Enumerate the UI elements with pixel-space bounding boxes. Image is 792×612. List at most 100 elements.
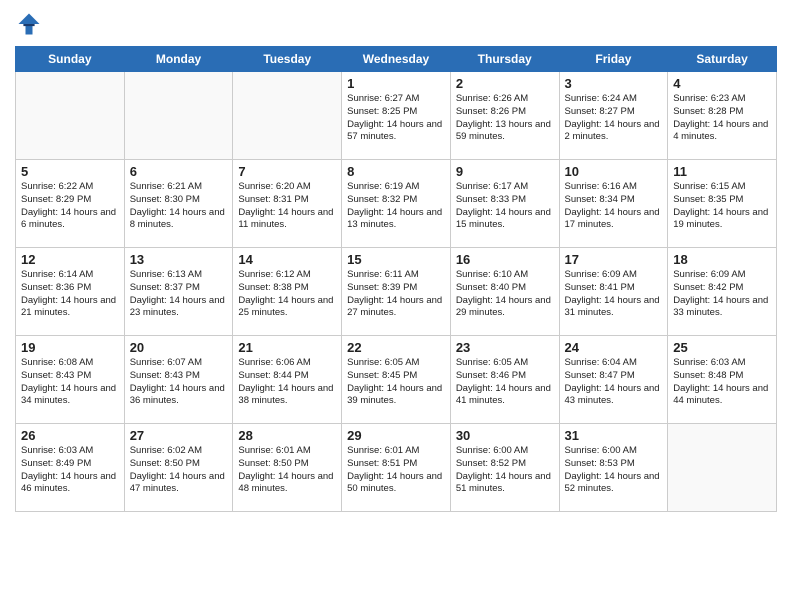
day-number: 21 [238, 340, 336, 355]
col-header-saturday: Saturday [668, 47, 777, 72]
day-info: Sunrise: 6:20 AM Sunset: 8:31 PM Dayligh… [238, 181, 336, 232]
day-cell: 26Sunrise: 6:03 AM Sunset: 8:49 PM Dayli… [16, 424, 125, 512]
day-info: Sunrise: 6:07 AM Sunset: 8:43 PM Dayligh… [130, 357, 228, 408]
day-cell: 2 Sunrise: 6:26 AM Sunset: 8:26 PM Daylig… [450, 72, 559, 160]
day-cell: 12 Sunrise: 6:14 AM Sunset: 8:36 PM Dayli… [16, 248, 125, 336]
week-row-2: 5 Sunrise: 6:22 AM Sunset: 8:29 PM Daylig… [16, 160, 777, 248]
day-info: Sunrise: 6:08 AM Sunset: 8:43 PM Dayligh… [21, 357, 119, 408]
day-info: Sunrise: 6:17 AM Sunset: 8:33 PM Dayligh… [456, 181, 554, 232]
col-header-thursday: Thursday [450, 47, 559, 72]
day-info: Sunrise: 6:15 AM Sunset: 8:35 PM Dayligh… [673, 181, 771, 232]
day-info: Sunrise: 6:13 AM Sunset: 8:37 PM Dayligh… [130, 269, 228, 320]
week-row-4: 19 Sunrise: 6:08 AM Sunset: 8:43 PM Dayli… [16, 336, 777, 424]
day-info: Sunrise: 6:06 AM Sunset: 8:44 PM Dayligh… [238, 357, 336, 408]
day-info: Sunrise: 6:22 AM Sunset: 8:29 PM Dayligh… [21, 181, 119, 232]
day-number: 4 [673, 76, 771, 91]
day-info: Sunrise: 6:05 AM Sunset: 8:46 PM Dayligh… [456, 357, 554, 408]
day-info: Sunrise: 6:03 AM Sunset: 8:48 PM Dayligh… [673, 357, 771, 408]
day-number: 22 [347, 340, 445, 355]
day-cell: 25 Sunrise: 6:03 AM Sunset: 8:48 PM Dayli… [668, 336, 777, 424]
day-number: 16 [456, 252, 554, 267]
day-number: 5 [21, 164, 119, 179]
day-number: 30 [456, 428, 554, 443]
header [15, 10, 777, 38]
day-info: Sunrise: 6:10 AM Sunset: 8:40 PM Dayligh… [456, 269, 554, 320]
logo-icon [15, 10, 43, 38]
day-number: 13 [130, 252, 228, 267]
day-number: 26 [21, 428, 119, 443]
day-number: 11 [673, 164, 771, 179]
day-cell: 30 Sunrise: 6:00 AM Sunset: 8:52 PM Dayli… [450, 424, 559, 512]
day-number: 8 [347, 164, 445, 179]
col-header-wednesday: Wednesday [342, 47, 451, 72]
day-cell [16, 72, 125, 160]
day-cell: 7Sunrise: 6:20 AM Sunset: 8:31 PM Daylig… [233, 160, 342, 248]
day-cell: 16 Sunrise: 6:10 AM Sunset: 8:40 PM Dayli… [450, 248, 559, 336]
logo [15, 10, 45, 38]
day-info: Sunrise: 6:23 AM Sunset: 8:28 PM Dayligh… [673, 93, 771, 144]
calendar-table: SundayMondayTuesdayWednesdayThursdayFrid… [15, 46, 777, 512]
day-info: Sunrise: 6:00 AM Sunset: 8:53 PM Dayligh… [565, 445, 663, 496]
day-number: 17 [565, 252, 663, 267]
day-info: Sunrise: 6:04 AM Sunset: 8:47 PM Dayligh… [565, 357, 663, 408]
day-number: 23 [456, 340, 554, 355]
day-cell: 14 Sunrise: 6:12 AM Sunset: 8:38 PM Dayli… [233, 248, 342, 336]
day-cell: 31Sunrise: 6:00 AM Sunset: 8:53 PM Dayli… [559, 424, 668, 512]
day-cell: 27 Sunrise: 6:02 AM Sunset: 8:50 PM Dayli… [124, 424, 233, 512]
day-cell: 5 Sunrise: 6:22 AM Sunset: 8:29 PM Daylig… [16, 160, 125, 248]
day-info: Sunrise: 6:27 AM Sunset: 8:25 PM Dayligh… [347, 93, 445, 144]
day-cell: 3 Sunrise: 6:24 AM Sunset: 8:27 PM Daylig… [559, 72, 668, 160]
day-cell: 13 Sunrise: 6:13 AM Sunset: 8:37 PM Dayli… [124, 248, 233, 336]
day-cell: 20 Sunrise: 6:07 AM Sunset: 8:43 PM Dayli… [124, 336, 233, 424]
week-row-1: 1 Sunrise: 6:27 AM Sunset: 8:25 PM Daylig… [16, 72, 777, 160]
week-row-5: 26Sunrise: 6:03 AM Sunset: 8:49 PM Dayli… [16, 424, 777, 512]
day-info: Sunrise: 6:00 AM Sunset: 8:52 PM Dayligh… [456, 445, 554, 496]
day-number: 12 [21, 252, 119, 267]
day-info: Sunrise: 6:01 AM Sunset: 8:50 PM Dayligh… [238, 445, 336, 496]
day-number: 20 [130, 340, 228, 355]
day-cell: 8 Sunrise: 6:19 AM Sunset: 8:32 PM Daylig… [342, 160, 451, 248]
main-container: SundayMondayTuesdayWednesdayThursdayFrid… [0, 0, 792, 522]
day-cell [124, 72, 233, 160]
day-cell: 28Sunrise: 6:01 AM Sunset: 8:50 PM Dayli… [233, 424, 342, 512]
day-info: Sunrise: 6:05 AM Sunset: 8:45 PM Dayligh… [347, 357, 445, 408]
day-info: Sunrise: 6:24 AM Sunset: 8:27 PM Dayligh… [565, 93, 663, 144]
day-number: 6 [130, 164, 228, 179]
day-info: Sunrise: 6:09 AM Sunset: 8:42 PM Dayligh… [673, 269, 771, 320]
day-info: Sunrise: 6:26 AM Sunset: 8:26 PM Dayligh… [456, 93, 554, 144]
day-cell: 23 Sunrise: 6:05 AM Sunset: 8:46 PM Dayli… [450, 336, 559, 424]
day-cell [233, 72, 342, 160]
day-cell [668, 424, 777, 512]
day-info: Sunrise: 6:19 AM Sunset: 8:32 PM Dayligh… [347, 181, 445, 232]
day-cell: 1 Sunrise: 6:27 AM Sunset: 8:25 PM Daylig… [342, 72, 451, 160]
header-row: SundayMondayTuesdayWednesdayThursdayFrid… [16, 47, 777, 72]
day-info: Sunrise: 6:02 AM Sunset: 8:50 PM Dayligh… [130, 445, 228, 496]
day-number: 15 [347, 252, 445, 267]
day-cell: 22 Sunrise: 6:05 AM Sunset: 8:45 PM Dayli… [342, 336, 451, 424]
day-cell: 11 Sunrise: 6:15 AM Sunset: 8:35 PM Dayli… [668, 160, 777, 248]
col-header-monday: Monday [124, 47, 233, 72]
day-info: Sunrise: 6:16 AM Sunset: 8:34 PM Dayligh… [565, 181, 663, 232]
col-header-friday: Friday [559, 47, 668, 72]
day-number: 27 [130, 428, 228, 443]
day-info: Sunrise: 6:11 AM Sunset: 8:39 PM Dayligh… [347, 269, 445, 320]
day-number: 9 [456, 164, 554, 179]
day-info: Sunrise: 6:21 AM Sunset: 8:30 PM Dayligh… [130, 181, 228, 232]
day-number: 24 [565, 340, 663, 355]
day-cell: 19 Sunrise: 6:08 AM Sunset: 8:43 PM Dayli… [16, 336, 125, 424]
day-number: 25 [673, 340, 771, 355]
day-cell: 9 Sunrise: 6:17 AM Sunset: 8:33 PM Daylig… [450, 160, 559, 248]
day-info: Sunrise: 6:14 AM Sunset: 8:36 PM Dayligh… [21, 269, 119, 320]
day-number: 1 [347, 76, 445, 91]
day-cell: 29Sunrise: 6:01 AM Sunset: 8:51 PM Dayli… [342, 424, 451, 512]
day-number: 14 [238, 252, 336, 267]
day-info: Sunrise: 6:09 AM Sunset: 8:41 PM Dayligh… [565, 269, 663, 320]
day-number: 3 [565, 76, 663, 91]
day-cell: 6 Sunrise: 6:21 AM Sunset: 8:30 PM Daylig… [124, 160, 233, 248]
day-info: Sunrise: 6:12 AM Sunset: 8:38 PM Dayligh… [238, 269, 336, 320]
day-number: 2 [456, 76, 554, 91]
day-cell: 10Sunrise: 6:16 AM Sunset: 8:34 PM Dayli… [559, 160, 668, 248]
col-header-tuesday: Tuesday [233, 47, 342, 72]
day-cell: 18Sunrise: 6:09 AM Sunset: 8:42 PM Dayli… [668, 248, 777, 336]
day-number: 19 [21, 340, 119, 355]
